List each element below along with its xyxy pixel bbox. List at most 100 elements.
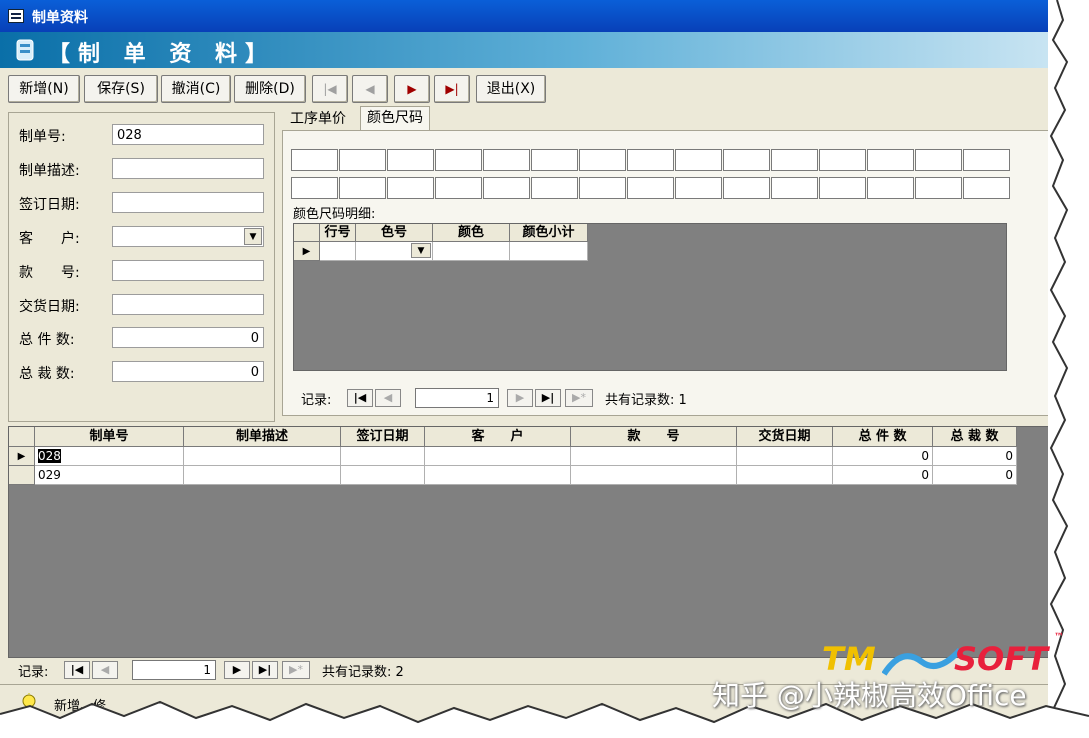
table-cell[interactable]	[571, 447, 737, 466]
size-cell[interactable]	[819, 149, 866, 171]
table-cell[interactable]: 028	[35, 447, 184, 466]
column-header[interactable]: 制单描述	[184, 427, 341, 447]
size-cell[interactable]	[963, 177, 1010, 199]
order-no-input[interactable]: 028	[112, 124, 264, 145]
column-header[interactable]: 制单号	[35, 427, 184, 447]
delivery-date-input[interactable]	[112, 294, 264, 315]
table-cell[interactable]	[184, 466, 341, 485]
nav-first-button[interactable]: |◀	[347, 389, 373, 407]
column-header[interactable]: 总 裁 数	[933, 427, 1017, 447]
size-cell[interactable]	[339, 149, 386, 171]
nav-first-button[interactable]: |◀	[64, 661, 90, 679]
row-selector[interactable]	[9, 466, 35, 485]
next-record-button[interactable]: ▶	[394, 75, 430, 103]
cancel-button[interactable]: 撤消(C)	[161, 75, 231, 103]
table-cell[interactable]: 0	[833, 466, 933, 485]
chevron-down-icon[interactable]: ▼	[244, 228, 262, 245]
nav-prev-button[interactable]: ◀	[375, 389, 401, 407]
table-cell[interactable]	[320, 242, 356, 261]
size-cell[interactable]	[723, 177, 770, 199]
exit-button[interactable]: 退出(X)	[476, 75, 546, 103]
field-label-total-pieces: 总 件 数:	[19, 332, 75, 348]
table-cell[interactable]: 0	[833, 447, 933, 466]
table-cell[interactable]: 0	[933, 466, 1017, 485]
tab-process-price[interactable]: 工序单价	[284, 108, 352, 130]
description-input[interactable]	[112, 158, 264, 179]
size-cell[interactable]	[627, 149, 674, 171]
table-cell[interactable]	[737, 466, 833, 485]
customer-select[interactable]: ▼	[112, 226, 264, 247]
size-cell[interactable]	[531, 177, 578, 199]
size-cell[interactable]	[771, 177, 818, 199]
size-cell[interactable]	[963, 149, 1010, 171]
table-cell[interactable]	[425, 447, 571, 466]
save-button[interactable]: 保存(S)	[84, 75, 158, 103]
size-cell[interactable]	[675, 149, 722, 171]
sign-date-input[interactable]	[112, 192, 264, 213]
column-header[interactable]: 行号	[320, 224, 356, 242]
column-header[interactable]: 客 户	[425, 427, 571, 447]
size-cell[interactable]	[627, 177, 674, 199]
size-cell[interactable]	[387, 177, 434, 199]
size-cell[interactable]	[435, 149, 482, 171]
size-cell[interactable]	[579, 177, 626, 199]
color-no-select[interactable]: ▼	[356, 242, 433, 261]
nav-last-button[interactable]: ▶|	[252, 661, 278, 679]
nav-next-button[interactable]: ▶	[507, 389, 533, 407]
table-cell[interactable]	[433, 242, 510, 261]
column-header[interactable]: 款 号	[571, 427, 737, 447]
nav-prev-button[interactable]: ◀	[92, 661, 118, 679]
prev-record-button[interactable]: ◀	[352, 75, 388, 103]
size-cell[interactable]	[291, 177, 338, 199]
nav-new-record-button[interactable]: ▶*	[565, 389, 593, 407]
size-cell[interactable]	[483, 177, 530, 199]
table-cell[interactable]	[571, 466, 737, 485]
size-cell[interactable]	[675, 177, 722, 199]
total-pieces-input[interactable]: 0	[112, 327, 264, 348]
tab-color-size[interactable]: 颜色尺码	[360, 106, 430, 131]
table-cell[interactable]	[737, 447, 833, 466]
title-bar[interactable]: 制单资料	[0, 0, 1048, 32]
column-header[interactable]: 颜色	[433, 224, 510, 242]
column-header[interactable]: 色号	[356, 224, 433, 242]
new-button[interactable]: 新增(N)	[8, 75, 80, 103]
table-cell[interactable]	[341, 466, 425, 485]
row-selector[interactable]: ▶	[9, 447, 35, 466]
nav-next-button[interactable]: ▶	[224, 661, 250, 679]
row-selector[interactable]: ▶	[294, 242, 320, 261]
chevron-down-icon[interactable]: ▼	[411, 243, 431, 258]
record-number-input[interactable]: 1	[132, 660, 216, 680]
size-cell[interactable]	[771, 149, 818, 171]
table-cell[interactable]	[184, 447, 341, 466]
size-cell[interactable]	[339, 177, 386, 199]
column-header[interactable]: 交货日期	[737, 427, 833, 447]
nav-last-button[interactable]: ▶|	[535, 389, 561, 407]
size-cell[interactable]	[291, 149, 338, 171]
style-no-input[interactable]	[112, 260, 264, 281]
size-cell[interactable]	[819, 177, 866, 199]
size-cell[interactable]	[867, 177, 914, 199]
record-number-input[interactable]: 1	[415, 388, 499, 408]
column-header[interactable]: 颜色小计	[510, 224, 588, 242]
total-cuts-input[interactable]: 0	[112, 361, 264, 382]
size-cell[interactable]	[723, 149, 770, 171]
size-cell[interactable]	[867, 149, 914, 171]
table-cell[interactable]: 029	[35, 466, 184, 485]
column-header[interactable]: 签订日期	[341, 427, 425, 447]
first-record-button[interactable]: |◀	[312, 75, 348, 103]
table-cell[interactable]	[425, 466, 571, 485]
size-cell[interactable]	[915, 149, 962, 171]
table-cell[interactable]	[510, 242, 588, 261]
size-cell[interactable]	[579, 149, 626, 171]
size-cell[interactable]	[435, 177, 482, 199]
size-cell[interactable]	[915, 177, 962, 199]
delete-button[interactable]: 删除(D)	[234, 75, 306, 103]
column-header[interactable]: 总 件 数	[833, 427, 933, 447]
size-cell[interactable]	[531, 149, 578, 171]
table-cell[interactable]: 0	[933, 447, 1017, 466]
nav-new-record-button[interactable]: ▶*	[282, 661, 310, 679]
last-record-button[interactable]: ▶|	[434, 75, 470, 103]
table-cell[interactable]	[341, 447, 425, 466]
size-cell[interactable]	[387, 149, 434, 171]
size-cell[interactable]	[483, 149, 530, 171]
